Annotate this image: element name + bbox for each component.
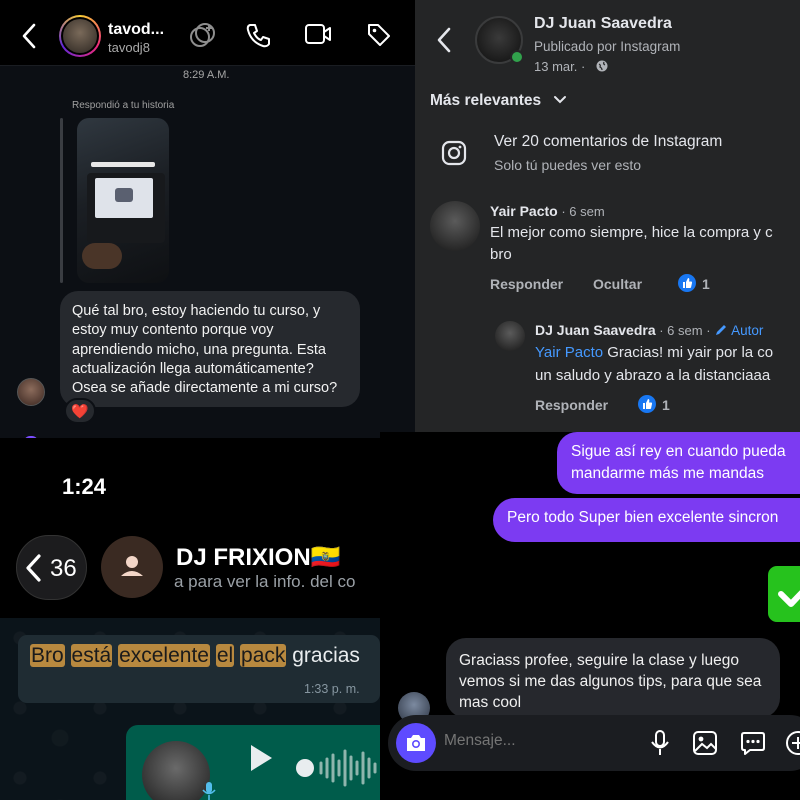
contact-name[interactable]: DJ FRIXION🇪🇨 bbox=[176, 543, 341, 572]
outgoing-message[interactable]: Pero todo Super bien excelente sincron bbox=[493, 498, 800, 542]
author-badge: Autor bbox=[714, 323, 763, 338]
highlighted-word: pack bbox=[240, 644, 287, 667]
video-call-icon[interactable] bbox=[304, 22, 332, 46]
unread-count[interactable]: 36 bbox=[50, 555, 77, 583]
message-line: Sigue así rey en cuando pueda bbox=[571, 443, 786, 460]
like-count: 1 bbox=[702, 276, 710, 292]
effects-icon[interactable] bbox=[188, 22, 216, 50]
incoming-message[interactable]: Graciass profee, seguire la clase y lueg… bbox=[446, 638, 780, 718]
contact-handle: tavodj8 bbox=[108, 40, 150, 55]
like-count: 1 bbox=[662, 397, 670, 413]
camera-icon bbox=[407, 735, 425, 751]
visibility-note: Solo tú puedes ver esto bbox=[494, 157, 642, 173]
sender-avatar bbox=[17, 378, 45, 406]
story-thumbnail[interactable] bbox=[77, 118, 169, 283]
message-line: mandarme más me mandas bbox=[571, 465, 764, 482]
globe-icon bbox=[596, 60, 608, 72]
reply-text: Yair Pacto Gracias! mi yair por la co bbox=[535, 344, 774, 361]
sticker-chat-icon[interactable] bbox=[740, 730, 766, 756]
check-mark-emoji bbox=[768, 566, 800, 622]
microphone-icon[interactable] bbox=[650, 730, 670, 756]
incoming-message[interactable]: Qué tal bro, estoy haciendo tu curso, y … bbox=[60, 291, 360, 407]
playback-knob[interactable] bbox=[296, 759, 314, 777]
add-circle-icon[interactable] bbox=[785, 730, 800, 756]
post-source: Publicado por Instagram bbox=[534, 39, 681, 54]
message-input[interactable] bbox=[444, 732, 624, 750]
messenger-chat-panel: Sigue así rey en cuando pueda mandarme m… bbox=[380, 432, 800, 800]
sort-dropdown[interactable]: Más relevantes bbox=[430, 92, 541, 110]
person-icon bbox=[121, 556, 143, 576]
reply-button[interactable]: Responder bbox=[535, 397, 608, 413]
heart-reaction[interactable]: ❤️ bbox=[64, 398, 96, 424]
commenter-name[interactable]: Yair Pacto · 6 sem bbox=[490, 203, 605, 219]
story-reply-bar bbox=[60, 118, 63, 283]
online-dot bbox=[510, 50, 524, 64]
back-arrow-icon[interactable] bbox=[22, 23, 36, 49]
contact-avatar[interactable] bbox=[101, 536, 163, 598]
highlighted-word: excelente bbox=[118, 644, 210, 667]
comment-text-continued: bro bbox=[490, 246, 512, 263]
waveform[interactable] bbox=[318, 743, 380, 793]
message-time: 1:33 p. m. bbox=[304, 682, 360, 696]
mention-link[interactable]: Yair Pacto bbox=[535, 344, 603, 361]
message-composer bbox=[388, 715, 800, 771]
highlighted-word: el bbox=[215, 644, 235, 667]
author-avatar[interactable] bbox=[495, 321, 525, 351]
message-tail: gracias bbox=[292, 644, 360, 667]
microphone-icon bbox=[202, 781, 216, 800]
reply-author-name[interactable]: DJ Juan Saavedra · 6 sem · Autor bbox=[535, 322, 763, 338]
comment-text: El mejor como siempre, hice la compra y … bbox=[490, 224, 773, 241]
dm-header: tavod... tavodj8 bbox=[0, 0, 415, 66]
reply-text-continued: un saludo y abrazo a la distanciaaa bbox=[535, 367, 771, 384]
page-avatar[interactable] bbox=[475, 16, 524, 64]
gallery-icon[interactable] bbox=[692, 730, 718, 756]
contact-info-hint[interactable]: a para ver la info. del co bbox=[174, 572, 355, 592]
pencil-icon bbox=[716, 325, 727, 335]
reply-button[interactable]: Responder bbox=[490, 276, 563, 292]
camera-button[interactable] bbox=[396, 723, 436, 763]
instagram-icon bbox=[441, 140, 467, 166]
highlighted-word: Bro bbox=[30, 644, 65, 667]
whatsapp-header: 1:24 36 DJ FRIXION🇪🇨 a para ver la info.… bbox=[0, 438, 380, 618]
status-clock: 1:24 bbox=[62, 474, 107, 499]
highlighted-word: está bbox=[70, 644, 113, 667]
commenter-avatar[interactable] bbox=[430, 201, 480, 251]
play-icon[interactable] bbox=[248, 743, 274, 773]
instagram-comments-link[interactable]: Ver 20 comentarios de Instagram bbox=[494, 133, 722, 151]
contact-username[interactable]: tavod... bbox=[108, 21, 164, 39]
time-separator: 8:29 A.M. bbox=[183, 69, 230, 81]
voice-sender-avatar bbox=[142, 741, 210, 800]
instagram-dm-panel: tavod... tavodj8 8:29 A.M. Respondió a t… bbox=[0, 0, 415, 438]
like-icon bbox=[638, 395, 656, 413]
chevron-left-icon[interactable] bbox=[24, 553, 42, 583]
story-reply-note: Respondió a tu historia bbox=[72, 100, 175, 111]
tag-icon[interactable] bbox=[366, 22, 392, 48]
post-date: 13 mar. · bbox=[534, 59, 586, 74]
chevron-down-icon[interactable] bbox=[553, 95, 567, 105]
facebook-comments-panel: DJ Juan Saavedra Publicado por Instagram… bbox=[415, 0, 800, 432]
like-icon bbox=[678, 274, 696, 292]
outgoing-message[interactable]: Sigue así rey en cuando pueda mandarme m… bbox=[557, 432, 800, 494]
phone-icon[interactable] bbox=[245, 22, 271, 48]
back-arrow-icon[interactable] bbox=[437, 27, 451, 53]
voice-note[interactable] bbox=[126, 725, 380, 800]
hide-button[interactable]: Ocultar bbox=[593, 276, 642, 292]
contact-avatar[interactable] bbox=[59, 15, 101, 57]
page-name[interactable]: DJ Juan Saavedra bbox=[534, 15, 672, 33]
whatsapp-panel: 1:24 36 DJ FRIXION🇪🇨 a para ver la info.… bbox=[0, 438, 380, 800]
